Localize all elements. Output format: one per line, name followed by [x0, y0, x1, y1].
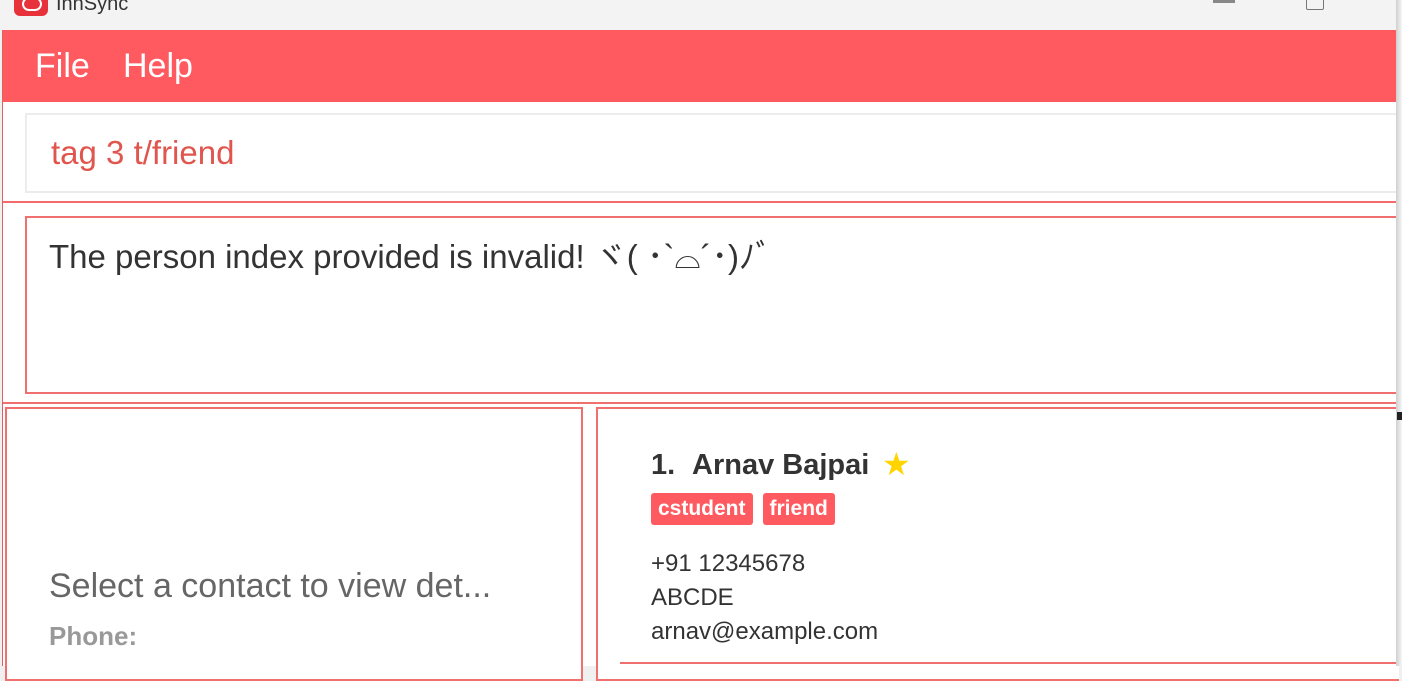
result-message: The person index provided is invalid! ヾ(… — [49, 238, 773, 275]
contact-detail-panel: Select a contact to view det... Phone: — [5, 407, 583, 681]
contact-email: arnav@example.com — [651, 618, 879, 645]
contact-index: 1. — [651, 449, 676, 481]
app-logo-icon — [14, 0, 48, 16]
title-bar: InnSync — [0, 0, 1396, 30]
menu-bar: File Help — [3, 30, 1397, 102]
contact-tags: cstudent friend — [651, 493, 845, 525]
contact-list-panel: 1. Arnav Bajpai ★ cstudent friend +91 123… — [596, 407, 1399, 681]
window-title: InnSync — [56, 0, 129, 15]
contact-name: Arnav Bajpai — [692, 449, 870, 481]
maximize-icon[interactable] — [1306, 0, 1324, 10]
command-box — [25, 113, 1399, 193]
contact-phone: +91 12345678 — [651, 550, 806, 577]
tag-badge: cstudent — [651, 493, 753, 525]
star-icon: ★ — [882, 446, 911, 482]
result-display: The person index provided is invalid! ヾ(… — [25, 216, 1399, 394]
card-divider — [620, 662, 1399, 664]
detail-phone-label: Phone: — [49, 621, 138, 651]
main-window: File Help The person index provided is i… — [2, 30, 1399, 681]
result-divider — [3, 402, 1397, 404]
menu-file[interactable]: File — [35, 44, 90, 88]
menu-help[interactable]: Help — [123, 44, 193, 88]
edge-marker — [1397, 412, 1402, 420]
tag-badge: friend — [762, 493, 835, 525]
command-divider — [3, 201, 1397, 203]
window-edge-shadow — [1396, 0, 1402, 666]
contact-address: ABCDE — [651, 584, 734, 611]
detail-placeholder: Select a contact to view det... — [49, 567, 492, 605]
minimize-icon[interactable] — [1213, 0, 1235, 3]
contact-card[interactable]: 1. Arnav Bajpai ★ cstudent friend +91 123… — [598, 409, 1399, 664]
command-input[interactable] — [27, 115, 1399, 191]
